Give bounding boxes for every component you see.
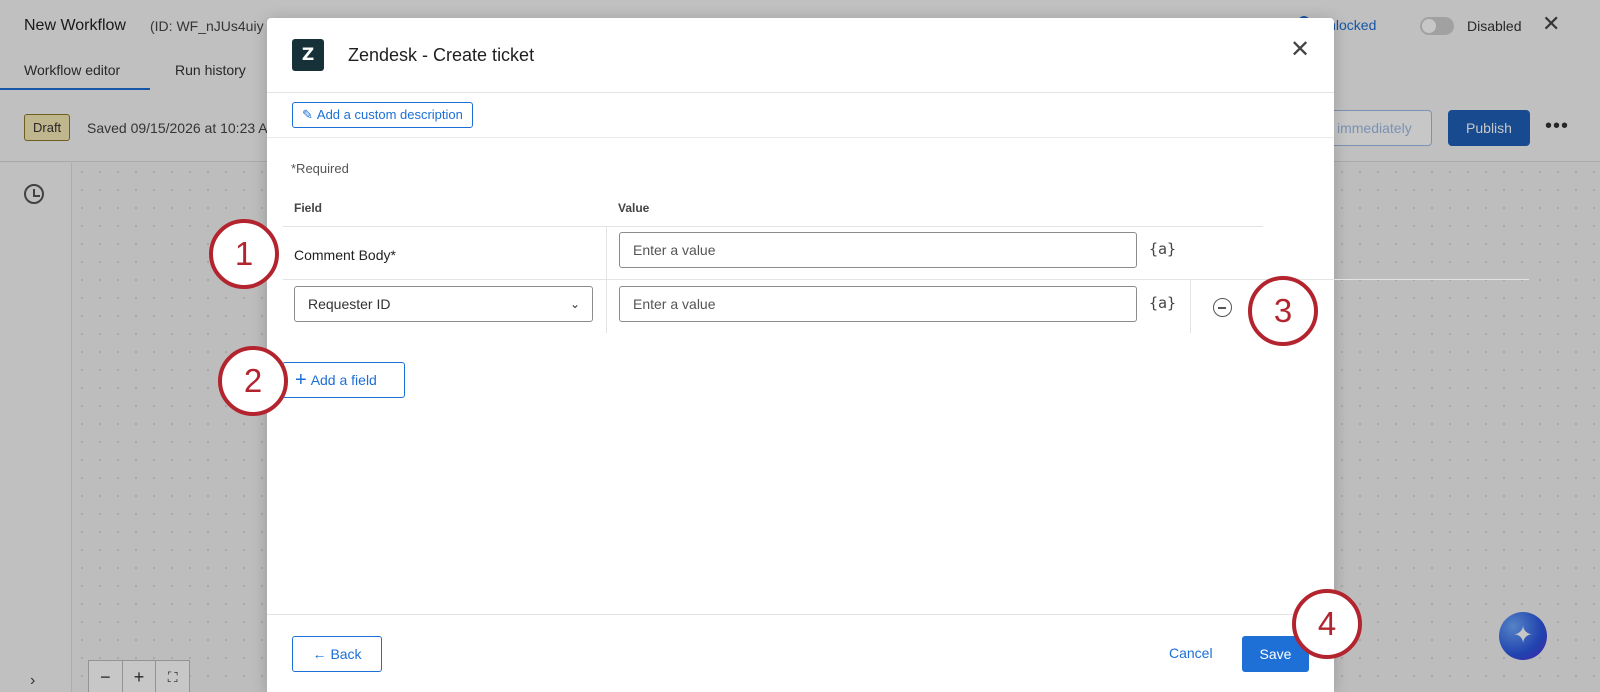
field-select-value: Requester ID [308, 296, 391, 312]
chevron-down-icon: ⌄ [569, 297, 580, 311]
footer-divider [267, 614, 1334, 615]
close-icon[interactable]: ✕ [1290, 38, 1310, 62]
edit-icon: ✎ [302, 107, 313, 122]
custom-description-label: Add a custom description [316, 107, 463, 122]
table-header-rule [283, 226, 1263, 227]
divider [267, 92, 1334, 93]
back-label: Back [330, 646, 362, 662]
divider [267, 137, 1334, 138]
column-header-field: Field [294, 201, 323, 215]
required-note: *Required [291, 161, 349, 176]
remove-field-icon[interactable] [1213, 298, 1232, 317]
callout-3: 3 [1248, 276, 1318, 346]
arrow-left-icon: ← [312, 646, 327, 662]
callout-4: 4 [1292, 589, 1362, 659]
callout-1: 1 [209, 219, 279, 289]
column-header-value: Value [618, 201, 650, 215]
field-select-requester-id[interactable]: Requester ID ⌄ [294, 286, 593, 322]
callout-2: 2 [218, 346, 288, 416]
piped-text-icon[interactable]: {a} [1149, 294, 1176, 312]
comment-body-value-input[interactable] [619, 232, 1137, 268]
row-divider [283, 279, 1529, 280]
add-field-label: Add a field [310, 372, 377, 388]
add-custom-description-button[interactable]: ✎ Add a custom description [292, 102, 473, 128]
back-button[interactable]: ← Back [292, 636, 382, 672]
zendesk-logo-icon: Z [292, 39, 324, 71]
column-separator [606, 227, 607, 333]
cancel-button[interactable]: Cancel [1169, 645, 1213, 661]
dialog-title: Zendesk - Create ticket [348, 45, 535, 65]
field-label-comment-body: Comment Body* [294, 247, 396, 263]
add-field-button[interactable]: + Add a field [282, 362, 405, 398]
plus-icon: + [295, 369, 307, 391]
create-ticket-dialog: Z Zendesk - Create ticket ✕ ✎ Add a cust… [267, 18, 1529, 692]
requester-id-value-input[interactable] [619, 286, 1137, 322]
piped-text-icon[interactable]: {a} [1149, 240, 1176, 258]
column-separator [1190, 280, 1191, 333]
